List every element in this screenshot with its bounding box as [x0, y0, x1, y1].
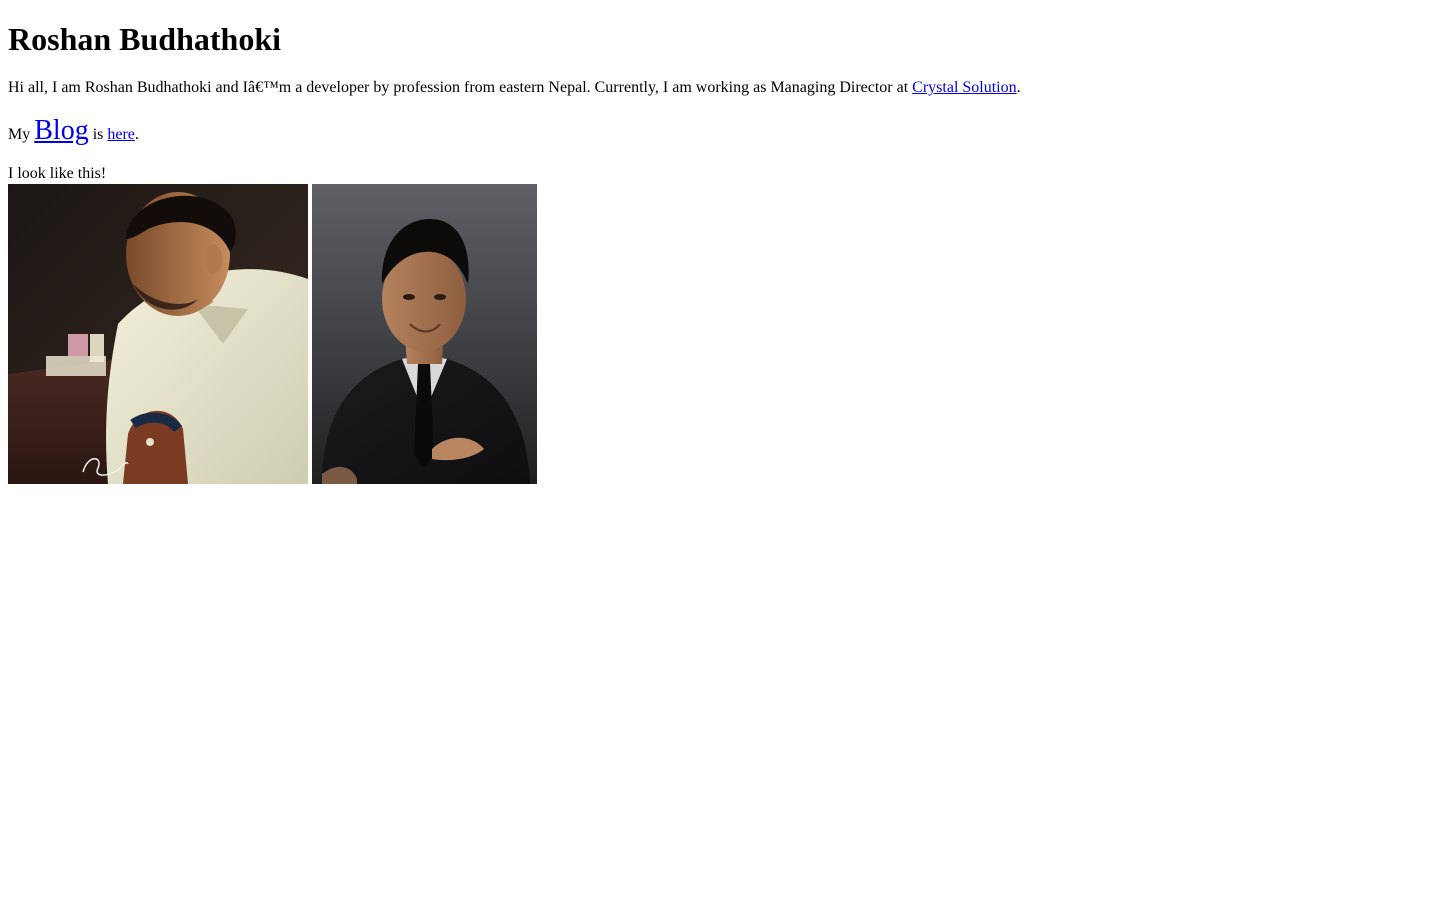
gallery-caption: I look like this! [8, 165, 107, 182]
blog-link[interactable]: Blog [34, 115, 88, 146]
blog-prefix: My [8, 126, 35, 143]
blog-middle: is [88, 126, 108, 143]
blog-paragraph: My Blog is here. [8, 113, 139, 153]
profile-photo-1 [8, 184, 308, 484]
crystal-solution-link[interactable]: Crystal Solution [912, 79, 1016, 96]
intro-text: Hi all, I am Roshan Budhathoki and Iâ€™m… [8, 79, 913, 96]
intro-period: . [1016, 79, 1021, 96]
page-title: Roshan Budhathoki [8, 21, 282, 57]
intro-paragraph: Hi all, I am Roshan Budhathoki and Iâ€™m… [8, 78, 1021, 98]
profile-photo-1-image [8, 184, 308, 484]
blog-suffix: . [134, 126, 139, 143]
blog-here-link[interactable]: here [107, 126, 135, 143]
profile-photo-2-image [312, 184, 537, 484]
profile-photo-2 [312, 184, 537, 484]
